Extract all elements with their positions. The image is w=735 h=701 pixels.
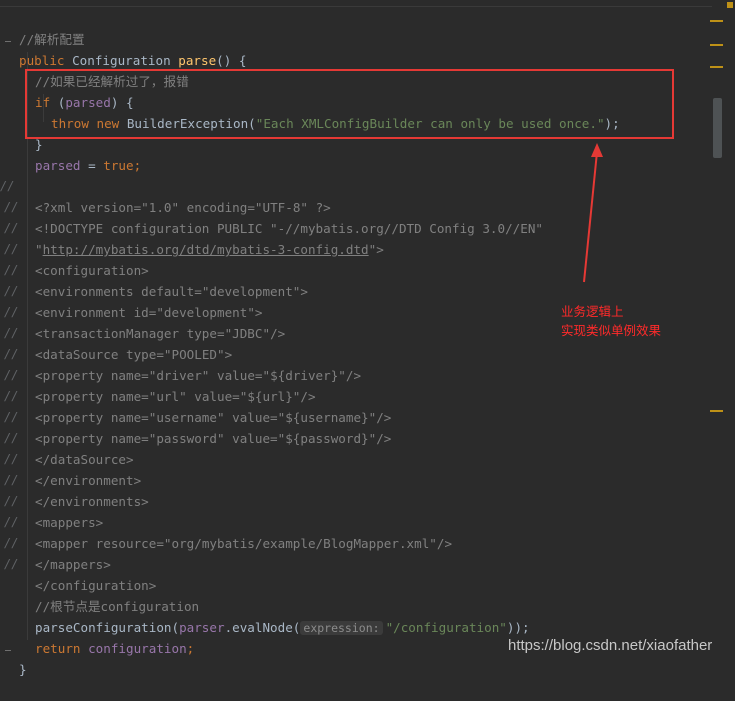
- annotation-line-1: 业务逻辑上: [561, 304, 624, 319]
- annotation-line-2: 实现类似单例效果: [561, 323, 662, 338]
- annotation-text: 业务逻辑上 实现类似单例效果: [561, 302, 661, 340]
- watermark: https://blog.csdn.net/xiaofather: [508, 637, 713, 654]
